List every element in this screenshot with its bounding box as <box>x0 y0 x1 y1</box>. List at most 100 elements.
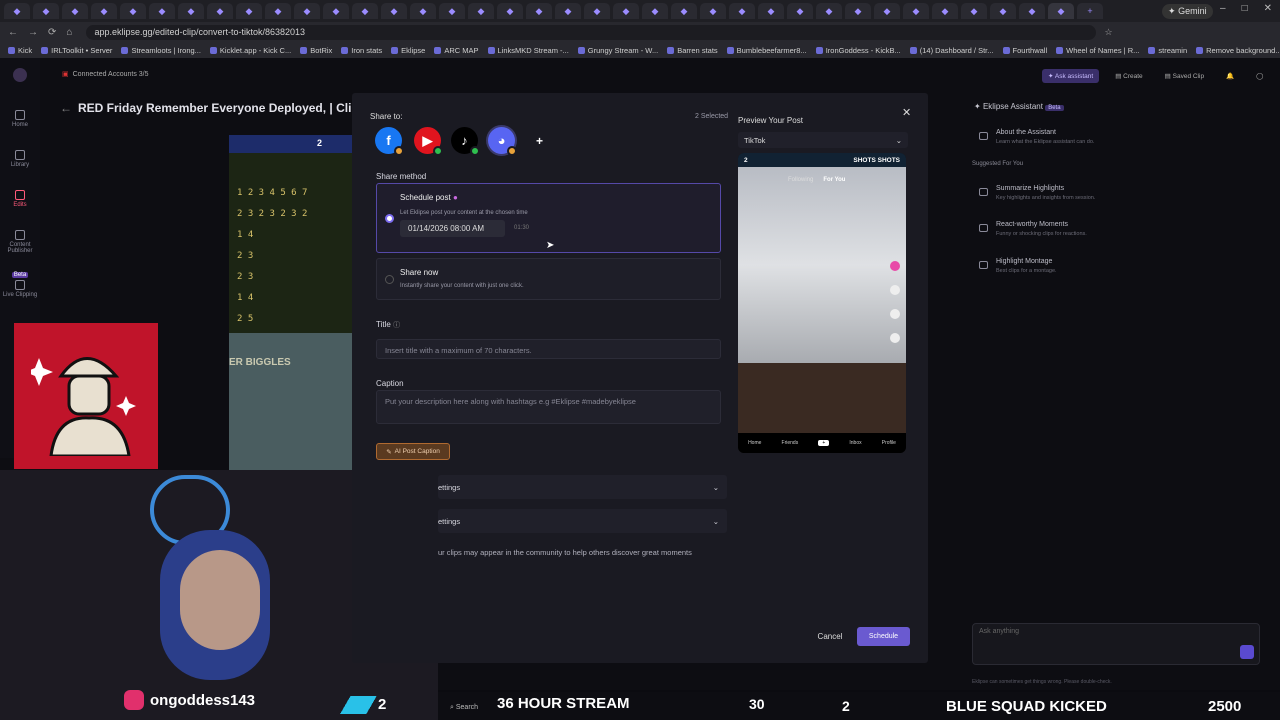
schedule-button[interactable]: Schedule <box>857 627 910 646</box>
browser-tab[interactable]: ◆ <box>816 3 842 19</box>
schedule-radio[interactable] <box>385 214 394 223</box>
cancel-button[interactable]: Cancel <box>812 628 848 645</box>
user-icon[interactable]: ◯ <box>1250 69 1269 83</box>
gemini-button[interactable]: ✦ Gemini <box>1162 4 1213 19</box>
browser-tab[interactable]: ◆ <box>961 3 987 19</box>
maximize-icon[interactable]: □ <box>1242 3 1248 14</box>
browser-tab[interactable]: ◆ <box>62 3 88 19</box>
discord-platform-button[interactable]: ◕ <box>488 127 517 156</box>
browser-tab[interactable]: ◆ <box>1019 3 1045 19</box>
new-tab-button[interactable]: + <box>1077 3 1103 19</box>
browser-tab-active[interactable]: ◆ <box>1048 3 1074 19</box>
browser-tab[interactable]: ◆ <box>178 3 204 19</box>
browser-tab[interactable]: ◆ <box>903 3 929 19</box>
browser-tab[interactable]: ◆ <box>874 3 900 19</box>
browser-tab[interactable]: ◆ <box>33 3 59 19</box>
about-assistant-item[interactable]: About the Assistant Learn what the Eklip… <box>976 126 1266 152</box>
caption-input[interactable]: Put your description here along with has… <box>376 390 721 424</box>
browser-tab[interactable]: ◆ <box>729 3 755 19</box>
bookmark-item[interactable]: Fourthwall <box>1002 46 1047 55</box>
tiktok-platform-button[interactable]: ♪ <box>451 127 480 156</box>
browser-tab[interactable]: ◆ <box>526 3 552 19</box>
browser-tab[interactable]: ◆ <box>845 3 871 19</box>
bookmark-item[interactable]: IRLToolkit • Server <box>41 46 112 55</box>
browser-tab[interactable]: ◆ <box>410 3 436 19</box>
browser-tab[interactable]: ◆ <box>758 3 784 19</box>
bookmark-item[interactable]: BotRix <box>300 46 332 55</box>
taskbar-search[interactable]: ⌕ Search <box>450 704 478 712</box>
bookmark-item[interactable]: Streamloots | Irong... <box>121 46 201 55</box>
close-window-icon[interactable]: ✕ <box>1264 3 1272 14</box>
browser-tab-strip[interactable]: ◆ ◆ ◆ ◆ ◆ ◆ ◆ ◆ ◆ ◆ ◆ ◆ ◆ ◆ ◆ ◆ ◆ ◆ ◆ ◆ … <box>0 0 1280 22</box>
suggestion-montage[interactable]: Highlight Montage Best clips for a monta… <box>976 255 1266 281</box>
browser-tab[interactable]: ◆ <box>700 3 726 19</box>
browser-tab[interactable]: ◆ <box>381 3 407 19</box>
bookmark-item[interactable]: Bumblebeefarmer8... <box>726 46 807 55</box>
send-icon[interactable] <box>1240 645 1254 659</box>
connected-accounts[interactable]: ▣ Connected Accounts 3/5 <box>62 70 149 79</box>
browser-tab[interactable]: ◆ <box>555 3 581 19</box>
bookmark-item[interactable]: (14) Dashboard / Str... <box>909 46 994 55</box>
sidebar-item-library[interactable]: Library <box>0 150 40 168</box>
sidebar-item-edits[interactable]: Edits <box>0 190 40 208</box>
facebook-platform-button[interactable]: f <box>375 127 404 156</box>
bookmark-item[interactable]: LinksMKD Stream -... <box>487 46 569 55</box>
title-input[interactable]: Insert title with a maximum of 70 charac… <box>376 339 721 359</box>
home-browser-icon[interactable]: ⌂ <box>66 27 72 38</box>
bookmark-item[interactable]: Wheel of Names | R... <box>1056 46 1139 55</box>
ai-caption-button[interactable]: ✎ AI Post Caption <box>376 443 450 460</box>
create-button[interactable]: ▤ Create <box>1109 69 1148 83</box>
browser-tab[interactable]: ◆ <box>149 3 175 19</box>
settings-accordion-1[interactable]: ettings ⌄ <box>438 475 727 499</box>
browser-tab[interactable]: ◆ <box>352 3 378 19</box>
browser-tab[interactable]: ◆ <box>990 3 1016 19</box>
browser-tab[interactable]: ◆ <box>265 3 291 19</box>
suggestion-react[interactable]: React-worthy Moments Funny or shocking c… <box>976 218 1266 244</box>
sidebar-item-content-publisher[interactable]: Content Publisher <box>0 230 40 254</box>
forward-icon[interactable]: → <box>28 27 38 38</box>
bookmark-item[interactable]: Remove background... <box>1196 46 1280 55</box>
browser-tab[interactable]: ◆ <box>613 3 639 19</box>
browser-tab[interactable]: ◆ <box>236 3 262 19</box>
youtube-platform-button[interactable]: ▶ <box>414 127 443 156</box>
browser-tab[interactable]: ◆ <box>207 3 233 19</box>
browser-tab[interactable]: ◆ <box>932 3 958 19</box>
bookmark-item[interactable]: streamin <box>1148 46 1187 55</box>
schedule-datetime-input[interactable]: 01/14/2026 08:00 AM <box>400 220 505 237</box>
browser-tab[interactable]: ◆ <box>120 3 146 19</box>
bookmark-item[interactable]: Iron stats <box>341 46 382 55</box>
back-icon[interactable]: ← <box>8 27 18 38</box>
suggestion-summarize[interactable]: Summarize Highlights Key highlights and … <box>976 182 1266 208</box>
browser-tab[interactable]: ◆ <box>497 3 523 19</box>
settings-accordion-2[interactable]: ettings ⌄ <box>438 509 727 533</box>
bookmark-star-icon[interactable]: ☆ <box>1104 27 1112 38</box>
browser-tab[interactable]: ◆ <box>4 3 30 19</box>
sidebar-item-live-clipping[interactable]: Beta Live Clipping <box>0 272 40 298</box>
bookmark-item[interactable]: ARC MAP <box>434 46 479 55</box>
add-platform-button[interactable]: + <box>526 127 553 154</box>
browser-tab[interactable]: ◆ <box>671 3 697 19</box>
bookmark-item[interactable]: Barren stats <box>667 46 718 55</box>
browser-tab[interactable]: ◆ <box>294 3 320 19</box>
browser-tab[interactable]: ◆ <box>787 3 813 19</box>
bookmark-item[interactable]: Eklipse <box>391 46 425 55</box>
bookmark-item[interactable]: Kicklet.app - Kick C... <box>209 46 291 55</box>
saved-clip-button[interactable]: ▤ Saved Clip <box>1159 69 1210 83</box>
browser-tab[interactable]: ◆ <box>468 3 494 19</box>
share-now-option[interactable]: Share now Instantly share your content w… <box>376 258 721 300</box>
browser-tab[interactable]: ◆ <box>91 3 117 19</box>
sidebar-item-home[interactable]: Home <box>0 110 40 128</box>
bookmark-item[interactable]: Grungy Stream - W... <box>577 46 658 55</box>
close-modal-icon[interactable]: ✕ <box>902 106 911 119</box>
share-now-radio[interactable] <box>385 275 394 284</box>
back-arrow-icon[interactable]: ← <box>60 101 72 115</box>
bookmark-item[interactable]: IronGoddess - KickB... <box>815 46 901 55</box>
browser-tab[interactable]: ◆ <box>584 3 610 19</box>
minimize-icon[interactable]: – <box>1220 3 1226 14</box>
url-field[interactable]: app.eklipse.gg/edited-clip/convert-to-ti… <box>86 24 1097 40</box>
preview-platform-select[interactable]: TikTok ⌄ <box>738 132 908 148</box>
info-icon[interactable]: ⓘ <box>393 322 400 329</box>
bookmark-item[interactable]: Kick <box>8 46 32 55</box>
browser-tab[interactable]: ◆ <box>439 3 465 19</box>
bell-icon[interactable]: 🔔 <box>1220 69 1240 83</box>
